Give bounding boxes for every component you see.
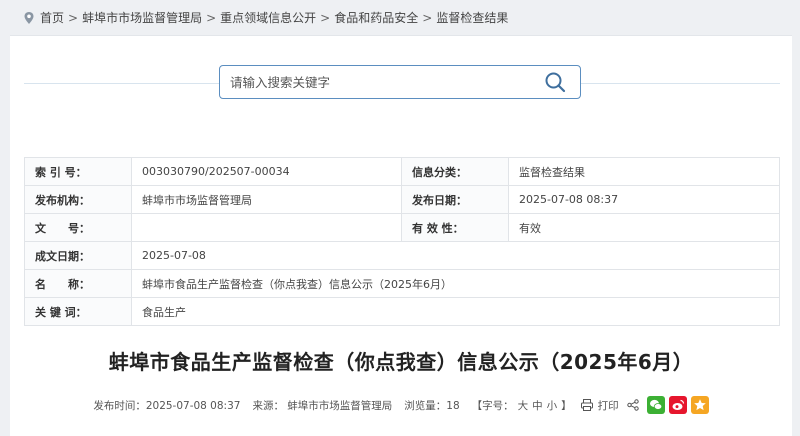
- table-row: 发布机构： 蚌埠市市场监督管理局 发布日期： 2025-07-08 08:37: [24, 185, 780, 214]
- metadata-table: 索 引 号： 003030790/202507-00034 信息分类： 监督检查…: [24, 157, 780, 326]
- breadcrumb-home[interactable]: 首页: [40, 11, 64, 25]
- font-size-large[interactable]: 大: [518, 398, 529, 413]
- index-label: 索 引 号：: [24, 157, 132, 186]
- publisher-value: 蚌埠市市场监督管理局: [131, 185, 402, 214]
- pubdate-value: 2025-07-08 08:37: [508, 185, 780, 214]
- validity-value: 有效: [508, 213, 780, 242]
- breadcrumb: 首页 > 蚌埠市市场监督管理局 > 重点领域信息公开 > 食品和药品安全 > 监…: [0, 0, 800, 35]
- name-value: 蚌埠市食品生产监督检查（你点我查）信息公示（2025年6月）: [131, 269, 780, 298]
- keywords-label: 关 键 词：: [24, 297, 132, 326]
- docno-label: 文 号：: [24, 213, 132, 242]
- weibo-share-icon[interactable]: [668, 396, 687, 414]
- printer-icon[interactable]: [580, 398, 594, 412]
- content-panel: 索 引 号： 003030790/202507-00034 信息分类： 监督检查…: [10, 35, 792, 436]
- breadcrumb-item-food-drug[interactable]: 食品和药品安全: [334, 9, 418, 26]
- breadcrumb-separator: >: [68, 10, 79, 25]
- table-row: 名 称： 蚌埠市食品生产监督检查（你点我查）信息公示（2025年6月）: [24, 269, 780, 298]
- breadcrumb-separator: >: [422, 10, 433, 25]
- article-info-bar: 发布时间：2025-07-08 08:37 来源： 蚌埠市市场监督管理局 浏览量…: [10, 394, 792, 416]
- breadcrumb-separator: >: [206, 10, 217, 25]
- table-row: 索 引 号： 003030790/202507-00034 信息分类： 监督检查…: [24, 157, 780, 186]
- wechat-share-icon[interactable]: [646, 396, 665, 414]
- source: 来源： 蚌埠市市场监督管理局: [252, 399, 393, 412]
- font-size-label: 【字号：: [471, 399, 514, 412]
- article-title: 蚌埠市食品生产监督检查（你点我查）信息公示（2025年6月）: [108, 350, 694, 374]
- search-icon[interactable]: [544, 71, 566, 93]
- share-icon[interactable]: [626, 399, 639, 411]
- keywords-value: 食品生产: [131, 297, 780, 326]
- table-row: 文 号： 有 效 性： 有效: [24, 213, 780, 242]
- pubdate-label: 发布日期：: [401, 185, 509, 214]
- breadcrumb-item-key-areas[interactable]: 重点领域信息公开: [220, 9, 316, 26]
- search-input[interactable]: [220, 66, 530, 98]
- category-value: 监督检查结果: [508, 157, 780, 186]
- created-value: 2025-07-08: [131, 241, 780, 270]
- font-size-medium[interactable]: 中: [532, 398, 543, 413]
- validity-label: 有 效 性：: [401, 213, 509, 242]
- search-box: [219, 65, 581, 99]
- index-value: 003030790/202507-00034: [131, 157, 402, 186]
- font-size-small[interactable]: 小: [547, 398, 558, 413]
- breadcrumb-item-bureau[interactable]: 蚌埠市市场监督管理局: [82, 9, 202, 26]
- docno-value: [131, 213, 402, 242]
- name-label: 名 称：: [24, 269, 132, 298]
- font-size-close: 】: [561, 399, 572, 412]
- publisher-label: 发布机构：: [24, 185, 132, 214]
- category-label: 信息分类：: [401, 157, 509, 186]
- breadcrumb-item-inspection[interactable]: 监督检查结果: [436, 9, 508, 26]
- favorite-star-icon[interactable]: [690, 396, 709, 414]
- table-row: 关 键 词： 食品生产: [24, 297, 780, 326]
- publish-time: 发布时间：2025-07-08 08:37: [93, 399, 241, 412]
- table-row: 成文日期： 2025-07-08: [24, 241, 780, 270]
- created-label: 成文日期：: [24, 241, 132, 270]
- location-pin-icon: [24, 11, 34, 24]
- breadcrumb-separator: >: [320, 10, 331, 25]
- view-count: 浏览量：18: [404, 399, 460, 412]
- print-button[interactable]: 打印: [598, 398, 619, 413]
